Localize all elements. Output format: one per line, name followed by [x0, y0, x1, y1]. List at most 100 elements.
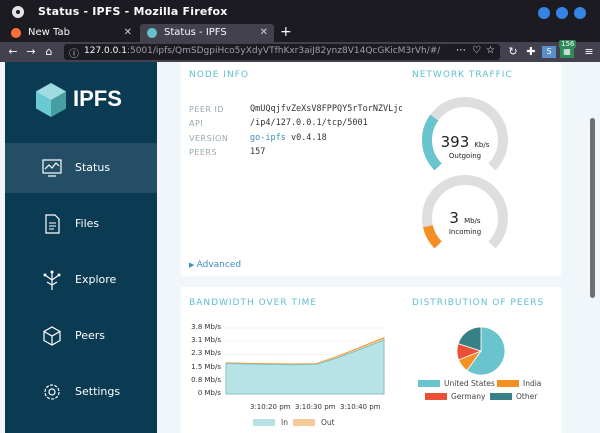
- peers-count: 157: [250, 147, 266, 157]
- legend-germany-label: Germany: [451, 392, 486, 401]
- x-tick-label: 3:10:40 pm: [340, 403, 381, 411]
- y-tick-label: 2.3 Mb/s: [191, 349, 221, 358]
- peers-pie-chart: [456, 326, 506, 376]
- address-bar[interactable]: ⓘ 127.0.0.1:5001/ipfs/QmSDgpiHco5yXdyVTf…: [64, 44, 500, 60]
- ipfs-cube-icon: [36, 83, 66, 117]
- peer-id-label: PEER ID: [189, 105, 225, 114]
- reload-icon[interactable]: ↻: [506, 44, 520, 60]
- tab-label: Status - IPFS: [164, 27, 227, 38]
- ipfs-logo[interactable]: IPFS: [35, 80, 145, 120]
- incoming-label: Incoming: [448, 228, 482, 236]
- sidebar-item-label: Explore: [75, 273, 117, 286]
- y-tick-label: 3.8 Mb/s: [191, 323, 221, 331]
- home-icon[interactable]: ⌂: [42, 44, 56, 60]
- legend-other-swatch: [490, 393, 512, 400]
- outgoing-readout: 393 Kb/s Outgoing: [425, 132, 505, 160]
- node-info-title: NODE INFO: [189, 70, 249, 80]
- legend-in-swatch: [253, 419, 275, 426]
- url-text[interactable]: 127.0.0.1:5001/ipfs/QmSDgpiHco5yXdyVTfhK…: [84, 46, 444, 56]
- sidebar-item-label: Files: [75, 217, 100, 230]
- legend-india-swatch: [497, 380, 519, 387]
- sidebar-item-label: Status: [75, 161, 111, 174]
- forward-arrow-icon[interactable]: →: [24, 44, 38, 60]
- tab-label: New Tab: [28, 27, 70, 38]
- peers-label: PEERS: [189, 148, 218, 157]
- sidebar-item-settings[interactable]: Settings: [5, 367, 157, 417]
- sidebar-item-explore[interactable]: Explore: [5, 255, 157, 305]
- api-label: API: [189, 119, 204, 128]
- logo-text: IPFS: [73, 86, 122, 111]
- peers-distribution-title: DISTRIBUTION OF PEERS: [412, 298, 545, 308]
- version-label: VERSION: [189, 134, 229, 143]
- window-titlebar: Status - IPFS - Mozilla Firefox: [0, 0, 600, 24]
- navigation-toolbar: ← → ⌂ ⓘ 127.0.0.1:5001/ipfs/QmSDgpiHco5y…: [0, 42, 600, 62]
- firefox-favicon-icon: [11, 28, 21, 38]
- minimize-button[interactable]: [538, 7, 550, 19]
- outgoing-value: 393: [440, 133, 470, 151]
- legend-in-label: In: [281, 418, 288, 427]
- legend-india-label: India: [523, 379, 542, 388]
- more-actions-icon[interactable]: ⋯: [456, 45, 466, 56]
- x-tick-label: 3:10:20 pm: [250, 403, 291, 411]
- legend-out-label: Out: [321, 418, 335, 427]
- api-value: /ip4/127.0.0.1/tcp/5001: [250, 118, 368, 128]
- advanced-toggle[interactable]: ▶ Advanced: [189, 260, 241, 270]
- close-window-button[interactable]: [574, 7, 586, 19]
- outgoing-label: Outgoing: [448, 152, 482, 160]
- y-tick-label: 0 Mb/s: [197, 389, 221, 397]
- explore-icon: [43, 270, 61, 290]
- legend-united-states-swatch: [418, 380, 440, 387]
- peer-id-value[interactable]: QmUQqjfvZeXsV8FPPQY5rTorNZVLjq…: [250, 104, 402, 114]
- tab-status-ipfs[interactable]: Status - IPFS ✕: [140, 24, 274, 42]
- tab-new-tab[interactable]: New Tab ✕: [4, 24, 138, 42]
- caret-right-icon: ▶: [189, 261, 197, 269]
- back-arrow-icon[interactable]: ←: [6, 44, 20, 60]
- close-tab-icon[interactable]: ✕: [260, 24, 268, 42]
- window-title: Status - IPFS - Mozilla Firefox: [38, 5, 228, 18]
- sidebar-item-files[interactable]: Files: [5, 199, 157, 249]
- site-info-icon[interactable]: ⓘ: [69, 45, 79, 60]
- sidebar: IPFS Status Files Explore Peers Settings: [5, 62, 157, 433]
- go-ipfs-link[interactable]: go-ipfs: [250, 133, 286, 143]
- page-viewport: IPFS Status Files Explore Peers Settings…: [0, 62, 600, 433]
- status-icon: [42, 159, 62, 177]
- x-tick-label: 3:10:30 pm: [295, 403, 336, 411]
- traffic-gauges: [422, 97, 508, 249]
- y-tick-label: 1.5 Mb/s: [191, 362, 221, 371]
- version-value: go-ipfs v0.4.18: [250, 133, 327, 143]
- outgoing-unit: Kb/s: [474, 141, 490, 149]
- network-traffic-title: NETWORK TRAFFIC: [412, 70, 513, 80]
- incoming-readout: 3 Mb/s Incoming: [425, 208, 505, 236]
- sidebar-item-label: Peers: [75, 329, 106, 342]
- sidebar-item-status[interactable]: Status: [5, 143, 157, 193]
- y-tick-label: 3.1 Mb/s: [191, 336, 221, 345]
- version-number: v0.4.18: [290, 133, 327, 143]
- extension-badge: 156: [559, 40, 577, 48]
- tab-strip: New Tab ✕ Status - IPFS ✕ +: [0, 24, 600, 42]
- bandwidth-title: BANDWIDTH OVER TIME: [189, 298, 318, 308]
- close-tab-icon[interactable]: ✕: [124, 24, 132, 42]
- maximize-button[interactable]: [556, 7, 568, 19]
- sidebar-item-peers[interactable]: Peers: [5, 311, 157, 361]
- ipfs-favicon-icon: [147, 28, 157, 38]
- settings-icon: [44, 384, 60, 400]
- peers-icon: [43, 326, 61, 346]
- pocket-icon[interactable]: ♡: [472, 45, 481, 56]
- menu-hamburger-icon[interactable]: ≡: [582, 44, 596, 60]
- scrollbar-thumb[interactable]: [590, 118, 595, 298]
- new-tab-button[interactable]: +: [280, 24, 294, 42]
- files-icon: [45, 214, 60, 234]
- legend-out-swatch: [293, 419, 315, 426]
- bandwidth-chart: [225, 327, 385, 395]
- bookmark-star-icon[interactable]: ☆: [486, 45, 495, 56]
- legend-united-states-label: United States: [444, 379, 495, 388]
- incoming-value: 3: [449, 209, 459, 227]
- extension-icon[interactable]: ✚: [524, 44, 538, 60]
- y-tick-label: 0.8 Mb/s: [191, 375, 221, 384]
- legend-other-label: Other: [516, 392, 538, 401]
- incoming-unit: Mb/s: [464, 217, 481, 225]
- legend-germany-swatch: [425, 393, 447, 400]
- s-extension-icon[interactable]: S: [542, 46, 556, 58]
- firefox-app-icon: [12, 6, 24, 18]
- sidebar-item-label: Settings: [75, 385, 121, 398]
